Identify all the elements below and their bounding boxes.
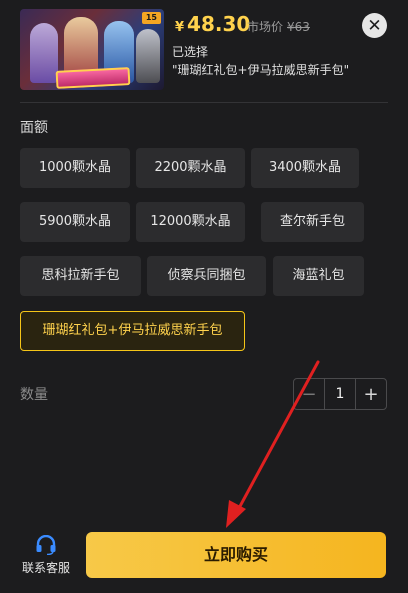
denomination-title: 面额 <box>20 120 48 136</box>
selected-value: "珊瑚红礼包+伊马拉威思新手包" <box>172 63 350 77</box>
option-3400-crystals[interactable]: 3400颗水晶 <box>251 148 359 188</box>
market-price: 市场价 ¥63 <box>247 18 310 35</box>
support-label: 联系客服 <box>21 561 70 575</box>
thumbnail-badge: 15 <box>141 12 161 24</box>
option-2200-crystals[interactable]: 2200颗水晶 <box>136 148 245 188</box>
contact-support[interactable]: 联系客服 <box>18 535 74 576</box>
quantity-minus-button[interactable]: − <box>294 379 324 409</box>
game-logo <box>55 67 131 89</box>
option-sikela-starter-pack[interactable]: 思科拉新手包 <box>20 256 141 296</box>
quantity-label: 数量 <box>20 387 48 403</box>
option-scout-bundle[interactable]: 侦察兵同捆包 <box>147 256 266 296</box>
selected-label: 已选择 <box>172 45 209 59</box>
option-12000-crystals[interactable]: 12000颗水晶 <box>136 202 245 242</box>
product-thumbnail: 15 <box>20 9 164 90</box>
market-price-value: ¥63 <box>287 20 310 34</box>
option-char-starter-pack[interactable]: 查尔新手包 <box>261 202 364 242</box>
close-button[interactable]: ✕ <box>362 13 387 38</box>
headset-icon[interactable] <box>35 535 57 555</box>
option-coral-red-combo[interactable]: 珊瑚红礼包+伊马拉威思新手包 <box>20 311 245 351</box>
quantity-value[interactable]: 1 <box>324 379 356 409</box>
option-1000-crystals[interactable]: 1000颗水晶 <box>20 148 130 188</box>
product-header: 15 ¥48.30 市场价 ¥63 已选择 "珊瑚红礼包+伊马拉威思新手包" ✕ <box>0 0 408 100</box>
current-price: ¥48.30 <box>175 12 250 40</box>
quantity-stepper: − 1 + <box>293 378 387 410</box>
option-5900-crystals[interactable]: 5900颗水晶 <box>20 202 130 242</box>
divider <box>20 102 388 103</box>
price-value: 48.30 <box>187 12 251 36</box>
market-price-label: 市场价 <box>247 20 284 34</box>
option-sea-blue-pack[interactable]: 海蓝礼包 <box>273 256 364 296</box>
close-icon[interactable]: ✕ <box>367 16 381 36</box>
buy-now-button[interactable]: 立即购买 <box>86 532 386 578</box>
currency-symbol: ¥ <box>175 20 185 35</box>
quantity-plus-button[interactable]: + <box>356 379 386 409</box>
